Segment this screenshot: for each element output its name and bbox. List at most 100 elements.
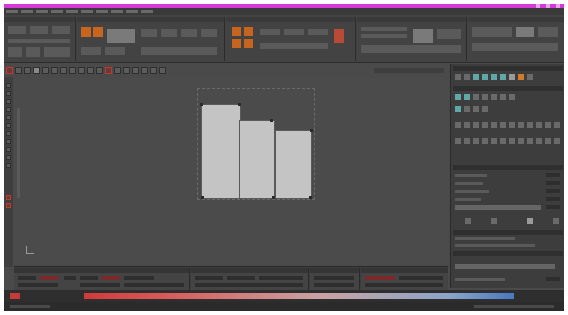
menu-item[interactable] (36, 10, 48, 13)
panel-tool-button[interactable] (482, 122, 488, 128)
side-tool-button[interactable] (6, 99, 11, 104)
panel-tool-button[interactable] (455, 106, 461, 112)
menu-item[interactable] (81, 10, 93, 13)
panel-tool-button[interactable] (518, 74, 524, 80)
bottom-field[interactable] (18, 283, 58, 287)
ribbon-button[interactable] (93, 27, 103, 37)
panel-tool-button[interactable] (527, 138, 533, 144)
panel-tool-button[interactable] (509, 74, 515, 80)
ribbon-field[interactable] (361, 45, 461, 53)
ribbon-button[interactable] (308, 29, 328, 35)
ribbon-button[interactable] (181, 29, 197, 37)
menu-item[interactable] (126, 10, 138, 13)
ribbon-button[interactable] (413, 29, 433, 43)
menu-item[interactable] (96, 10, 108, 13)
shape-handle[interactable] (238, 103, 241, 106)
ribbon-button[interactable] (161, 29, 177, 37)
panel-tool-button[interactable] (545, 138, 551, 144)
ribbon-field[interactable] (8, 39, 70, 43)
panel-tool-button[interactable] (455, 94, 461, 100)
panel-tool-button[interactable] (482, 138, 488, 144)
ribbon-button[interactable] (284, 29, 304, 35)
bottom-field[interactable] (80, 276, 98, 280)
bottom-field[interactable] (399, 276, 443, 280)
ribbon-field[interactable] (260, 43, 328, 49)
side-tool-button[interactable] (6, 107, 11, 112)
bottom-field[interactable] (314, 283, 354, 287)
side-tool-button[interactable] (6, 195, 11, 200)
panel-tool-button[interactable] (455, 74, 461, 80)
ribbon-button[interactable] (260, 29, 280, 35)
tool-button[interactable] (159, 67, 166, 74)
ribbon-button[interactable] (8, 47, 22, 57)
side-tool-button[interactable] (6, 91, 11, 96)
bottom-field[interactable] (314, 276, 354, 280)
panel-tool-button[interactable] (464, 94, 470, 100)
side-tool-button[interactable] (6, 83, 11, 88)
viewport-scrollbar[interactable] (17, 108, 20, 198)
panel-tool-button[interactable] (473, 122, 479, 128)
menu-item[interactable] (66, 10, 78, 13)
panel-tool-button[interactable] (464, 122, 470, 128)
property-field[interactable] (546, 189, 560, 193)
ribbon-button[interactable] (244, 39, 253, 48)
panel-tool-button[interactable] (482, 74, 488, 80)
panel-tool-button[interactable] (518, 138, 524, 144)
tool-button[interactable] (105, 67, 112, 74)
side-tool-button[interactable] (6, 147, 11, 152)
toolbar-field[interactable] (374, 68, 444, 73)
menu-item[interactable] (51, 10, 63, 13)
property-field[interactable] (546, 181, 560, 185)
panel-tool-button[interactable] (509, 122, 515, 128)
tool-button[interactable] (132, 67, 139, 74)
ribbon-button[interactable] (472, 27, 512, 37)
panel-tool-button[interactable] (536, 122, 542, 128)
tool-button[interactable] (60, 67, 67, 74)
side-tool-button[interactable] (6, 115, 11, 120)
bottom-field[interactable] (227, 276, 255, 280)
panel-tool-button[interactable] (473, 74, 479, 80)
panel-tool-button[interactable] (518, 122, 524, 128)
panel-tool-button[interactable] (473, 94, 479, 100)
panel-tool-button[interactable] (464, 74, 470, 80)
canvas-viewport[interactable] (14, 78, 448, 264)
panel-tool-button[interactable] (491, 74, 497, 80)
panel-tool-button[interactable] (491, 138, 497, 144)
ribbon-button[interactable] (516, 27, 534, 37)
shape-handle[interactable] (272, 196, 275, 199)
tool-button[interactable] (42, 67, 49, 74)
panel-tool-button[interactable] (500, 138, 506, 144)
tool-button[interactable] (33, 67, 40, 74)
bottom-field[interactable] (102, 276, 120, 280)
property-field[interactable] (546, 197, 560, 201)
panel-tool-button[interactable] (482, 94, 488, 100)
ribbon-field[interactable] (361, 27, 407, 31)
menu-item[interactable] (111, 10, 123, 13)
shape-middle[interactable] (239, 120, 275, 199)
panel-tool-button[interactable] (491, 122, 497, 128)
property-field[interactable] (546, 173, 560, 177)
tool-button[interactable] (123, 67, 130, 74)
bottom-field[interactable] (80, 283, 120, 287)
bottom-field[interactable] (195, 276, 223, 280)
shape-handle[interactable] (310, 129, 313, 132)
ribbon-field[interactable] (472, 43, 558, 51)
side-tool-button[interactable] (6, 203, 11, 208)
bottom-field[interactable] (124, 276, 154, 280)
panel-tool-button[interactable] (500, 122, 506, 128)
tool-button[interactable] (114, 67, 121, 74)
bottom-field[interactable] (124, 283, 184, 287)
side-tool-button[interactable] (6, 163, 11, 168)
menu-item[interactable] (141, 10, 153, 13)
ribbon-button[interactable] (107, 29, 135, 43)
bottom-field[interactable] (64, 276, 76, 280)
ribbon-button[interactable] (244, 27, 253, 36)
property-field[interactable] (546, 205, 560, 209)
side-tool-button[interactable] (6, 155, 11, 160)
timeline-track[interactable] (84, 293, 514, 299)
timeline-marker[interactable] (10, 293, 20, 299)
panel-tool-button[interactable] (473, 138, 479, 144)
panel-tool-button[interactable] (527, 122, 533, 128)
panel-tool-button[interactable] (465, 218, 471, 224)
tool-button[interactable] (87, 67, 94, 74)
